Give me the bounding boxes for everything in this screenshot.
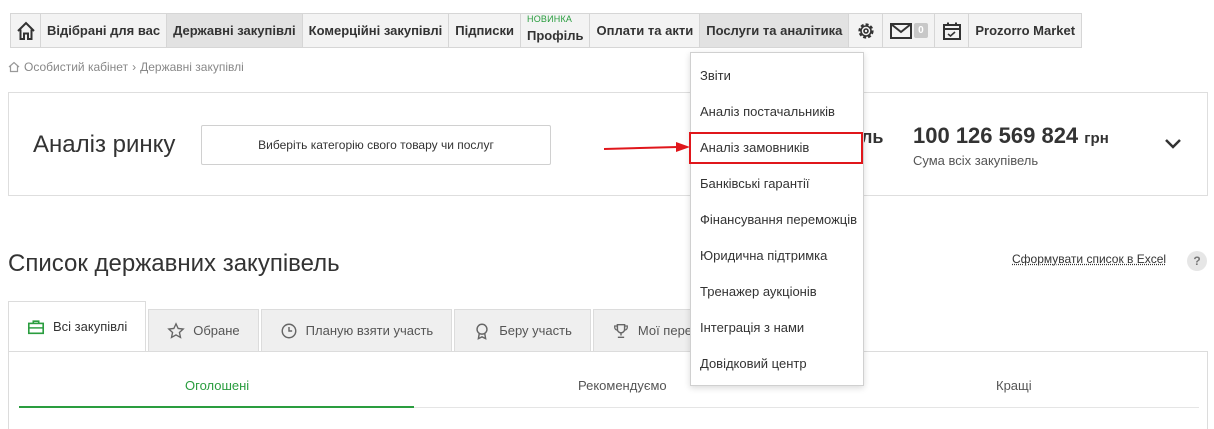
star-icon [167,322,185,340]
breadcrumb-separator: › [132,60,136,74]
menu-item-auction-simulator[interactable]: Тренажер аукціонів [700,284,817,299]
new-badge: НОВИНКА [527,14,572,24]
trophy-icon [612,322,630,340]
briefcase-icon [27,318,45,336]
currency-label: грн [1084,130,1108,147]
annotation-arrow-icon [602,140,692,156]
tab-content-panel: Оголошені Рекомендуємо Кращі [8,351,1208,429]
top-nav: Відібрані для вас Державні закупівлі Ком… [10,13,1082,48]
export-excel-link[interactable]: Сформувати список в Excel [1012,252,1166,266]
envelope-icon [890,23,912,39]
menu-item-bank-guarantees[interactable]: Банківські гарантії [700,176,810,191]
menu-item-integration[interactable]: Інтеграція з нами [700,320,804,335]
menu-item-winner-financing[interactable]: Фінансування переможців [700,212,857,227]
breadcrumb: Особистий кабінет › Державні закупівлі [8,60,244,74]
chevron-down-icon[interactable] [1161,131,1185,155]
breadcrumb-current: Державні закупівлі [140,60,244,74]
tab-favorites[interactable]: Обране [148,309,258,352]
nav-selected-for-you[interactable]: Відібрані для вас [41,14,167,47]
obscured-stat-text: ль [861,127,884,148]
nav-subscriptions[interactable]: Підписки [449,14,521,47]
menu-item-legal-support[interactable]: Юридична підтримка [700,248,827,263]
tab-participating[interactable]: Беру участь [454,309,591,352]
subtab-best[interactable]: Кращі [996,378,1032,393]
menu-item-reports[interactable]: Звіти [700,68,731,83]
total-procurement-amount: 100 126 569 824 грн [913,123,1109,149]
subtab-recommended[interactable]: Рекомендуємо [578,378,667,393]
calendar-button[interactable] [935,14,969,47]
home-button[interactable] [11,14,41,47]
messages-button[interactable]: 0 [883,14,935,47]
menu-item-help-center[interactable]: Довідковий центр [700,356,807,371]
nav-payments[interactable]: Оплати та акти [590,14,700,47]
subtab-announced[interactable]: Оголошені [185,378,249,393]
settings-button[interactable] [849,14,883,47]
nav-services-analytics[interactable]: Послуги та аналітика [700,14,849,47]
breadcrumb-home-link[interactable]: Особистий кабінет [24,60,128,74]
nav-commercial-procurement[interactable]: Комерційні закупівлі [303,14,450,47]
award-icon [473,322,491,340]
active-subtab-underline [19,406,414,408]
nav-prozorro-market[interactable]: Prozorro Market [969,14,1081,47]
tab-all-procurements[interactable]: Всі закупівлі [8,301,146,352]
procurement-tabs: Всі закупівлі Обране Планую взяти участь… [8,301,713,352]
help-icon[interactable]: ? [1187,251,1207,271]
menu-item-supplier-analysis[interactable]: Аналіз постачальників [700,104,835,119]
highlight-box [689,132,863,164]
nav-public-procurement[interactable]: Державні закупівлі [167,14,303,47]
select-category-button[interactable]: Виберіть категорію свого товару чи послу… [201,125,551,165]
clock-icon [280,322,298,340]
tab-plan-to-participate[interactable]: Планую взяти участь [261,309,453,352]
calendar-icon [942,21,962,41]
gear-icon [856,21,876,41]
nav-profile[interactable]: НОВИНКА Профіль [521,14,590,47]
home-icon [16,21,36,41]
services-analytics-dropdown: Звіти Аналіз постачальників Аналіз замов… [690,52,864,386]
home-icon [8,61,20,73]
procurement-list-title: Список державних закупівель [8,250,340,278]
market-analysis-title: Аналіз ринку [33,131,175,159]
mail-count-badge: 0 [914,23,928,38]
total-procurement-label: Сума всіх закупівель [913,153,1038,168]
